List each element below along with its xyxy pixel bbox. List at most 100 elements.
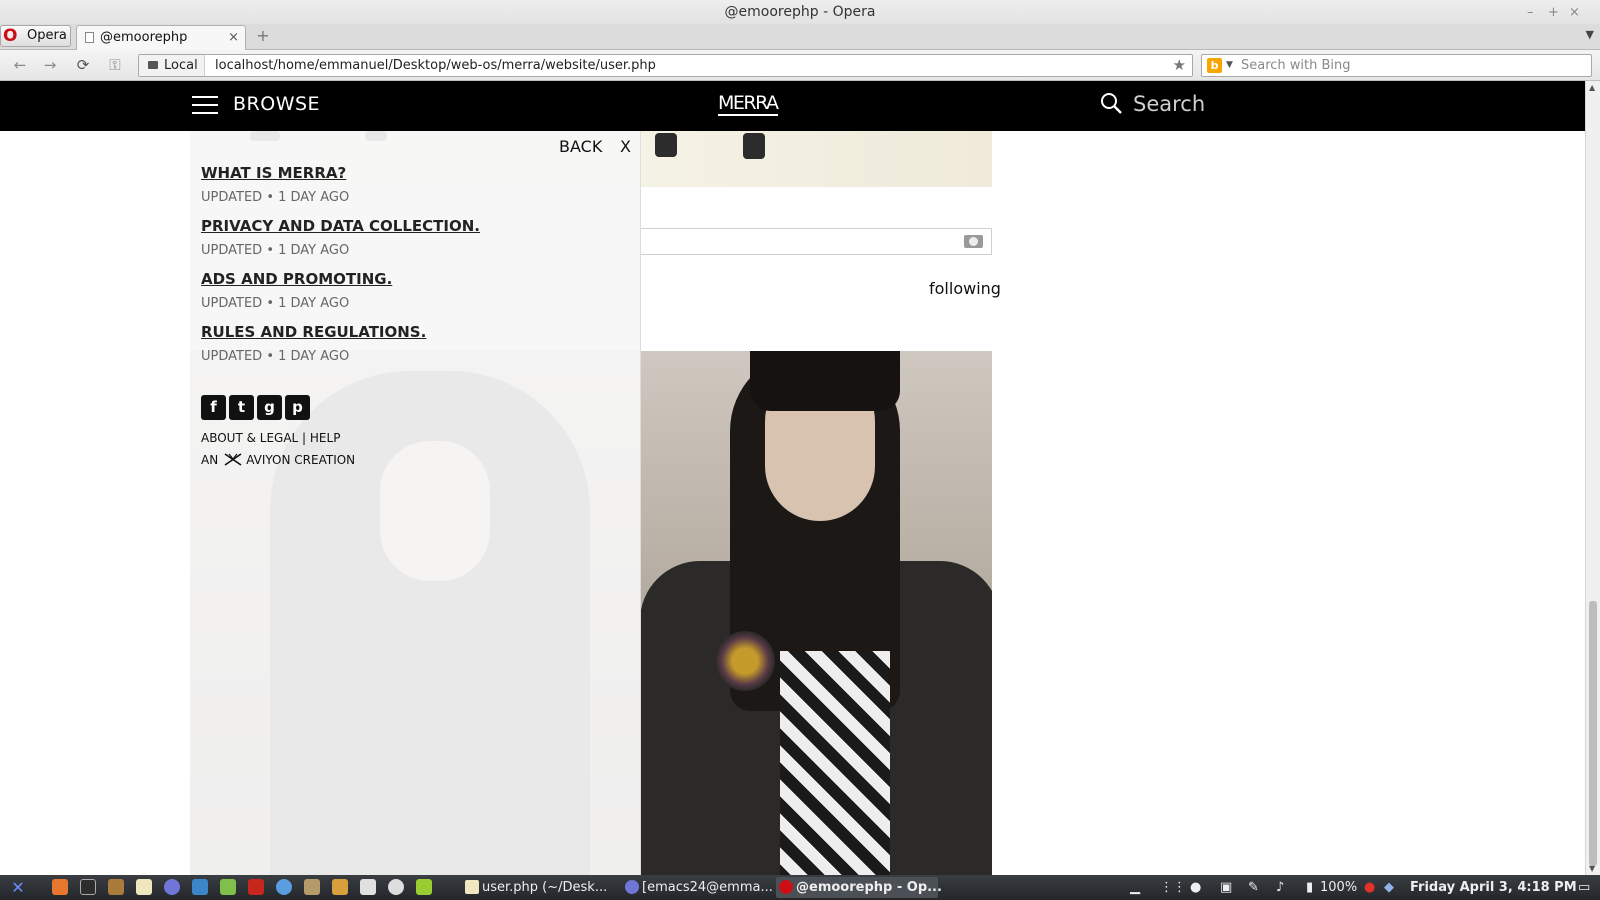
firefox-icon[interactable] (52, 879, 68, 895)
tab-title: @emoorephp (100, 30, 188, 45)
new-tab-button[interactable]: + (253, 27, 273, 45)
app-icon[interactable] (416, 879, 432, 895)
address-toolbar: ← → ⟳ ⚿ Local localhost/home/emmanuel/De… (0, 50, 1600, 81)
taskbar-task-label: user.php (~/Desk... (482, 880, 608, 895)
search-placeholder: Search with Bing (1241, 58, 1351, 73)
back-arrow-icon[interactable]: ← (9, 56, 31, 76)
window-title: @emoorephp - Opera (724, 4, 876, 20)
browser-icon[interactable] (276, 879, 292, 895)
bookmark-star-icon[interactable]: ★ (1173, 55, 1186, 76)
scroll-down-arrow-icon[interactable]: ▼ (1589, 864, 1595, 873)
reload-icon[interactable]: ⟳ (72, 56, 94, 76)
key-icon[interactable]: ⚿ (104, 56, 126, 76)
security-badge[interactable]: Local (139, 55, 205, 76)
opera-icon (779, 880, 793, 894)
bing-icon[interactable]: b (1207, 58, 1222, 73)
pen-icon[interactable]: ✎ (1248, 875, 1259, 900)
facebook-icon[interactable]: f (201, 395, 226, 420)
start-menu-icon[interactable]: ✕ (8, 878, 28, 897)
opera-menu-button[interactable]: O Opera (0, 25, 71, 47)
filezilla-icon[interactable] (248, 879, 264, 895)
browser-search-input[interactable]: b ▼ Search with Bing (1201, 54, 1592, 77)
forward-arrow-icon[interactable]: → (39, 56, 61, 76)
aviyon-logo-icon (224, 453, 242, 466)
twitter-icon[interactable]: t (229, 395, 254, 420)
tab-bar: O Opera @emoorephp × + ▼ (0, 24, 1600, 50)
desktop-screen: @emoorephp - Opera – + × O Opera @emoore… (0, 0, 1600, 900)
taskbar-task-label: [emacs24@emma... (642, 880, 773, 895)
folder-icon[interactable] (220, 879, 236, 895)
menu-item-rules[interactable]: RULES AND REGULATIONS. (201, 322, 426, 342)
page-icon (85, 32, 94, 43)
site-search-label[interactable]: Search (1133, 91, 1205, 117)
page-scrollbar[interactable]: ▲ ▼ (1585, 81, 1600, 875)
menu-item-updated: UPDATED • 1 DAY AGO (201, 190, 350, 205)
image-viewer-icon[interactable] (332, 879, 348, 895)
scroll-up-arrow-icon[interactable]: ▲ (1589, 83, 1595, 92)
scrollbar-thumb[interactable] (1589, 601, 1597, 866)
tab-emoorephp[interactable]: @emoorephp × (76, 25, 246, 50)
footer-credit: AN AVIYON CREATION (201, 453, 355, 468)
show-desktop-icon[interactable]: ▁ (1130, 875, 1140, 900)
shield-icon[interactable]: ◆ (1384, 875, 1394, 900)
opera-menu-label: Opera (27, 28, 67, 43)
maximize-button[interactable]: + (1548, 0, 1559, 25)
browse-button[interactable]: BROWSE (233, 91, 320, 117)
opera-logo-icon: O (3, 26, 18, 46)
monitor-icon (148, 61, 158, 69)
workspaces-icon[interactable]: ⋮⋮ (1160, 875, 1186, 900)
opera-tray-icon[interactable]: ● (1364, 875, 1375, 900)
google-plus-icon[interactable]: g (257, 395, 282, 420)
emacs-icon (625, 880, 639, 894)
battery-icon[interactable]: ▮ (1306, 875, 1313, 900)
text-editor-icon (465, 880, 479, 894)
volume-icon[interactable]: ♪ (1276, 875, 1284, 900)
credit-prefix: AN (201, 453, 219, 467)
terminal-icon[interactable] (80, 879, 96, 895)
menu-item-ads[interactable]: ADS AND PROMOTING. (201, 269, 392, 289)
taskbar-task[interactable]: @emoorephp - Op... (776, 877, 942, 898)
media-icon[interactable] (388, 879, 404, 895)
site-header: BROWSE MERRA Search (0, 81, 1585, 131)
battery-level: 100% (1320, 880, 1358, 895)
taskbar-task[interactable]: user.php (~/Desk... (462, 877, 607, 898)
search-engine-chevron-icon[interactable]: ▼ (1226, 55, 1233, 76)
tab-close-icon[interactable]: × (228, 26, 239, 49)
following-label[interactable]: following (929, 279, 1001, 299)
menu-close-button[interactable]: X (620, 137, 631, 157)
credit-suffix: AVIYON CREATION (246, 453, 356, 467)
menu-item-updated: UPDATED • 1 DAY AGO (201, 243, 350, 258)
archive-icon[interactable] (304, 879, 320, 895)
camera-icon[interactable] (964, 235, 983, 248)
menu-back-button[interactable]: BACK (559, 137, 602, 157)
pinterest-icon[interactable]: p (285, 395, 310, 420)
site-logo[interactable]: MERRA (718, 92, 779, 116)
document-icon[interactable] (360, 879, 376, 895)
menu-item-updated: UPDATED • 1 DAY AGO (201, 296, 350, 311)
url-field[interactable]: Local localhost/home/emmanuel/Desktop/we… (138, 54, 1193, 77)
taskbar: ✕ user.php (~/Desk... [emacs24@emma... @… (0, 875, 1600, 900)
network-icon[interactable]: ▣ (1220, 875, 1232, 900)
taskbar-task-label: @emoorephp - Op... (796, 880, 942, 895)
emacs-icon[interactable] (164, 879, 180, 895)
notifications-icon[interactable]: ▭ (1578, 875, 1590, 900)
minimize-button[interactable]: – (1527, 0, 1534, 25)
search-icon[interactable] (1100, 92, 1122, 114)
web-viewport: following BROWSE MERRA Search BACK X WHA… (0, 81, 1585, 875)
footer-links[interactable]: ABOUT & LEGAL | HELP (201, 431, 340, 446)
menu-item-updated: UPDATED • 1 DAY AGO (201, 349, 350, 364)
user-icon[interactable]: ● (1190, 875, 1201, 900)
security-badge-label: Local (164, 58, 198, 73)
hamburger-menu-icon[interactable] (192, 95, 218, 115)
writer-icon[interactable] (192, 879, 208, 895)
close-window-button[interactable]: × (1569, 0, 1580, 25)
file-manager-icon[interactable] (108, 879, 124, 895)
tab-list-chevron-icon[interactable]: ▼ (1586, 28, 1594, 41)
menu-item-what-is-merra[interactable]: WHAT IS MERRA? (201, 163, 346, 183)
clock[interactable]: Friday April 3, 4:18 PM (1410, 875, 1577, 900)
taskbar-task[interactable]: [emacs24@emma... (622, 877, 773, 898)
window-titlebar: @emoorephp - Opera – + × (0, 0, 1600, 24)
text-editor-icon[interactable] (136, 879, 152, 895)
menu-item-privacy[interactable]: PRIVACY AND DATA COLLECTION. (201, 216, 480, 236)
url-text: localhost/home/emmanuel/Desktop/web-os/m… (215, 58, 656, 73)
